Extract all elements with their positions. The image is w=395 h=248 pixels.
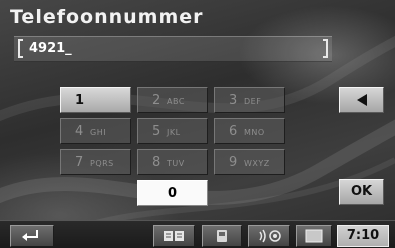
key-2[interactable]: 2 ABC xyxy=(137,87,208,113)
phone-number-value: 4921_ xyxy=(29,41,72,56)
key-9[interactable]: 9 WXYZ xyxy=(214,149,285,175)
key-1[interactable]: 1 xyxy=(60,87,131,113)
left-arrow-icon xyxy=(357,94,367,106)
key-4-digit: 4 xyxy=(75,124,84,139)
key-5-letters: JKL xyxy=(167,128,181,137)
voice-button[interactable] xyxy=(248,225,290,247)
key-3-digit: 3 xyxy=(229,93,238,108)
key-6[interactable]: 6 MNO xyxy=(214,118,285,144)
book-icon xyxy=(164,231,184,241)
key-4[interactable]: 4 GHI xyxy=(60,118,131,144)
bottom-toolbar: 7:10 xyxy=(0,220,395,248)
key-7-letters: PQRS xyxy=(90,159,114,168)
backspace-button[interactable] xyxy=(339,87,384,113)
ok-button[interactable]: OK xyxy=(339,179,384,205)
key-0-digit: 0 xyxy=(168,186,178,201)
key-0[interactable]: 0 xyxy=(137,180,208,206)
field-right-bracket xyxy=(323,39,328,58)
key-2-digit: 2 xyxy=(152,93,161,108)
key-4-letters: GHI xyxy=(90,128,107,137)
field-left-bracket xyxy=(18,39,23,58)
voice-icon xyxy=(259,229,281,243)
key-8-letters: TUV xyxy=(167,159,185,168)
key-5[interactable]: 5 JKL xyxy=(137,118,208,144)
key-7[interactable]: 7 PQRS xyxy=(60,149,131,175)
key-6-digit: 6 xyxy=(229,124,238,139)
key-9-letters: WXYZ xyxy=(244,159,270,168)
key-2-letters: ABC xyxy=(167,97,185,106)
phone-number-field[interactable]: 4921_ xyxy=(14,36,332,62)
phone-icon xyxy=(217,230,227,242)
key-7-digit: 7 xyxy=(75,155,84,170)
phone-number-entry-screen: Telefoonnummer 4921_ 1 2 ABC 3 DEF 4 GHI… xyxy=(0,0,395,248)
key-6-letters: MNO xyxy=(244,128,265,137)
phone-handset-button[interactable] xyxy=(202,225,242,247)
phonebook-button[interactable] xyxy=(153,225,195,247)
key-8-digit: 8 xyxy=(152,155,161,170)
key-8[interactable]: 8 TUV xyxy=(137,149,208,175)
key-1-digit: 1 xyxy=(75,93,85,108)
key-9-digit: 9 xyxy=(229,155,238,170)
screen-icon xyxy=(305,229,323,243)
key-5-digit: 5 xyxy=(152,124,161,139)
screen-button[interactable] xyxy=(296,225,332,247)
return-arrow-icon xyxy=(22,230,38,241)
key-3-letters: DEF xyxy=(244,97,262,106)
key-3[interactable]: 3 DEF xyxy=(214,87,285,113)
clock: 7:10 xyxy=(337,225,389,247)
page-title: Telefoonnummer xyxy=(10,6,204,28)
return-button[interactable] xyxy=(10,225,54,247)
